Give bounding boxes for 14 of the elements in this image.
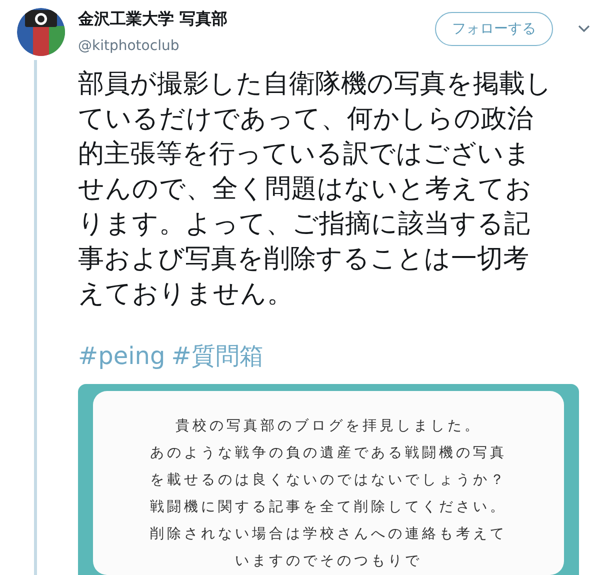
tweet-text: 部員が撮影した自衛隊機の写真を掲載しているだけであって、何かしらの政治的主張等を行っている訳ではございませんので、全く問題はないと考えております。よって、ご指摘に該当する記事および写真を削除することは一切考えておりません。 [78,68,553,311]
question-line: を載せるのは良くないのではないでしょうか？ [150,471,507,490]
hashtag-link[interactable]: #peing [78,338,166,374]
question-line: 戦闘機に関する記事を全て削除してください。 [150,498,507,517]
question-line: いますのでそのつもりで [235,552,422,571]
question-line: 貴校の写真部のブログを拝見しました。 [176,417,482,436]
question-card[interactable]: 貴校の写真部のブログを拝見しました。 あのような戦争の負の遺産である戦闘機の写真 を載せるのは良くないのではないでしょうか？ 戦闘機に関する記事を全て削除してください。 削除されない場合は学校さんへの連絡も考えて いますのでそのつもりで [78,384,579,575]
question-line: あのような戦争の負の遺産である戦闘機の写真 [150,444,507,463]
hashtag-link[interactable]: #質問箱 [171,338,264,374]
follow-button[interactable]: フォローする [435,12,553,46]
author-handle[interactable]: @kitphotoclub [78,36,435,57]
author-name[interactable]: 金沢工業大学 写真部 [78,8,435,30]
question-line: 削除されない場合は学校さんへの連絡も考えて [150,525,507,544]
avatar-icon[interactable] [17,8,65,56]
